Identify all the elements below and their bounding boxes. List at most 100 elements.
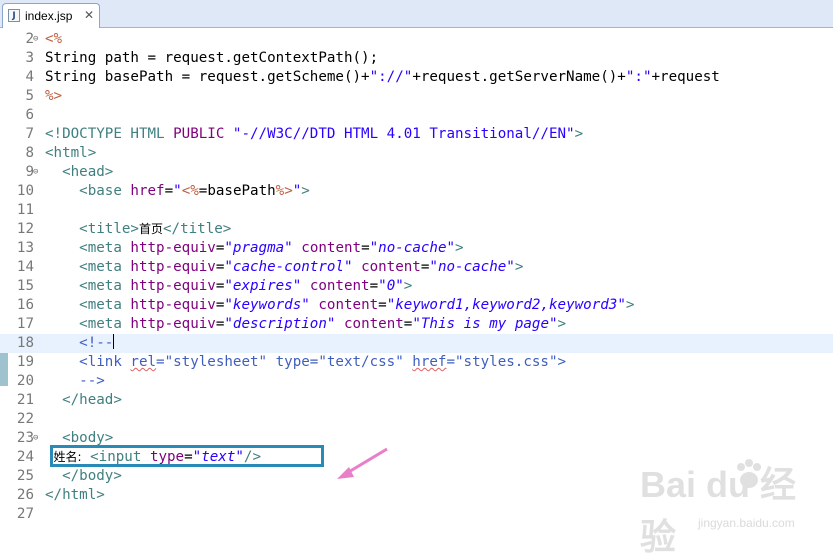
code-text[interactable]: --> (45, 372, 105, 391)
code-line[interactable]: 16 <meta http-equiv="keywords" content="… (0, 296, 833, 315)
code-token: http-equiv (130, 297, 216, 313)
text-caret (113, 334, 115, 349)
code-token: "://" (369, 69, 413, 85)
code-line[interactable]: 4 String basePath = request.getScheme()+"… (0, 68, 833, 87)
code-line[interactable]: 12 <title>首页</title> (0, 220, 833, 239)
code-line[interactable]: 9 ⊖ <head> (0, 163, 833, 182)
line-number: 13 (16, 240, 34, 256)
code-token: "keywords" (224, 297, 310, 313)
code-token: 首页 (138, 222, 163, 236)
code-text[interactable]: <meta http-equiv="keywords" content="key… (45, 296, 634, 315)
code-token: rel (130, 354, 157, 370)
code-token: "pragma" (224, 240, 293, 256)
code-text[interactable]: <title>首页</title> (45, 220, 231, 239)
code-line[interactable]: 17 <meta http-equiv="description" conten… (0, 315, 833, 334)
code-token: = (369, 278, 379, 294)
editor-tab-bar: J index.jsp ✕ (0, 0, 833, 28)
code-token: <body> (62, 430, 114, 446)
code-line[interactable]: 3 String path = request.getContextPath(); (0, 49, 833, 68)
code-token: "0" (378, 278, 404, 294)
code-token: </title> (162, 221, 232, 237)
line-number: 17 (16, 316, 34, 332)
code-text[interactable]: <link rel="stylesheet" type="text/css" h… (45, 353, 566, 372)
code-text[interactable]: String basePath = request.getScheme()+":… (45, 68, 720, 87)
code-line[interactable]: 5 %> (0, 87, 833, 106)
baidu-watermark: Bai du 经验 jingyan.baidu.com (640, 448, 830, 557)
code-line[interactable]: 18 <!-- (0, 334, 833, 353)
code-token: "keyword1,keyword2,keyword3" (386, 297, 626, 313)
fold-toggle-icon[interactable]: ⊖ (33, 429, 38, 448)
line-number: 26 (16, 487, 34, 503)
code-text[interactable]: <meta http-equiv="cache-control" content… (45, 258, 523, 277)
code-editor[interactable]: 2 ⊖ <% 3 String path = request.getContextPat… (0, 28, 833, 557)
code-token: <% (45, 31, 63, 47)
code-text[interactable]: <% (45, 30, 62, 49)
code-token: > (557, 316, 567, 332)
code-token: "cache-control" (224, 259, 353, 275)
code-token: href (412, 354, 447, 370)
code-token: href (130, 183, 165, 199)
code-text[interactable]: <meta http-equiv="expires" content="0"> (45, 277, 412, 296)
code-text[interactable]: <base href="<%=basePath%>"> (45, 182, 310, 201)
code-token: </body> (62, 468, 122, 484)
code-line[interactable]: 11 (0, 201, 833, 220)
code-line[interactable]: 21 </head> (0, 391, 833, 410)
code-line[interactable]: 19 <link rel="stylesheet" type="text/css… (0, 353, 833, 372)
code-text[interactable]: </body> (45, 467, 122, 486)
code-line[interactable]: 10 <base href="<%=basePath%>"> (0, 182, 833, 201)
tab-index-jsp[interactable]: J index.jsp ✕ (2, 3, 100, 28)
code-text[interactable]: <!DOCTYPE HTML PUBLIC "-//W3C//DTD HTML … (45, 125, 583, 144)
code-line[interactable]: 2 ⊖ <% (0, 30, 833, 49)
code-text[interactable]: <meta http-equiv="description" content="… (45, 315, 566, 334)
code-token: = (378, 297, 387, 313)
code-text[interactable]: %> (45, 87, 62, 106)
code-token: > (301, 183, 310, 199)
code-line[interactable]: 13 <meta http-equiv="pragma" content="no… (0, 239, 833, 258)
line-number: 27 (16, 506, 34, 522)
code-token: content (361, 259, 421, 275)
code-line[interactable]: 22 (0, 410, 833, 429)
code-token: " (292, 183, 302, 199)
line-number: 15 (16, 278, 34, 294)
fold-toggle-icon[interactable]: ⊖ (33, 163, 38, 182)
code-text[interactable]: <html> (45, 144, 96, 163)
code-text[interactable]: <!-- (45, 334, 115, 353)
line-number: 20 (16, 373, 34, 389)
line-number: 4 (25, 69, 34, 85)
code-text[interactable]: </head> (45, 391, 122, 410)
code-token: = (164, 183, 174, 199)
code-text[interactable]: </html> (45, 486, 105, 505)
code-text[interactable]: <meta http-equiv="pragma" content="no-ca… (45, 239, 464, 258)
code-line[interactable]: 8 <html> (0, 144, 833, 163)
code-token: content (309, 278, 370, 294)
fold-toggle-icon[interactable]: ⊖ (33, 30, 38, 49)
line-number: 22 (16, 411, 34, 427)
code-token: </head> (62, 392, 122, 408)
code-line[interactable]: 20 --> (0, 372, 833, 391)
line-number: 5 (25, 88, 34, 104)
code-token: <meta (79, 278, 131, 294)
code-line[interactable]: 7 <!DOCTYPE HTML PUBLIC "-//W3C//DTD HTML… (0, 125, 833, 144)
code-token: </html> (45, 487, 105, 503)
pointer-arrow-icon (337, 447, 388, 479)
line-number: 12 (16, 221, 34, 237)
code-line[interactable]: 6 (0, 106, 833, 125)
code-text[interactable]: <head> (45, 163, 113, 182)
close-icon[interactable]: ✕ (84, 8, 94, 22)
code-token: > (455, 240, 464, 256)
code-text[interactable]: String path = request.getContextPath(); (45, 49, 378, 68)
code-line[interactable]: 14 <meta http-equiv="cache-control" cont… (0, 258, 833, 277)
code-token: <meta (79, 297, 131, 313)
code-token: <base (79, 183, 131, 199)
code-token: =basePath (198, 183, 276, 199)
code-token: http-equiv (130, 240, 216, 256)
code-line[interactable]: 15 <meta http-equiv="expires" content="0… (0, 277, 833, 296)
